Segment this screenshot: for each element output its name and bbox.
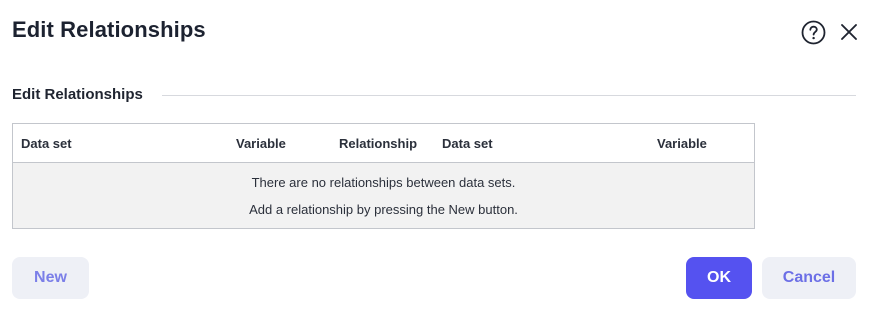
close-button[interactable]: [838, 21, 860, 43]
column-header-data-set-2[interactable]: Data set: [442, 136, 493, 151]
column-header-variable-2[interactable]: Variable: [657, 136, 707, 151]
question-circle-icon: [801, 20, 826, 45]
new-button[interactable]: New: [12, 257, 89, 299]
dialog-title: Edit Relationships: [12, 17, 206, 42]
close-x-icon: [841, 24, 857, 40]
column-header-relationship[interactable]: Relationship: [339, 136, 417, 151]
empty-message-line-2: Add a relationship by pressing the New b…: [249, 202, 518, 217]
empty-message-line-1: There are no relationships between data …: [251, 175, 516, 190]
table-header: Data set Variable Relationship Data set …: [13, 124, 754, 163]
section-divider: [162, 95, 856, 96]
relationships-table: Data set Variable Relationship Data set …: [12, 123, 755, 229]
ok-button[interactable]: OK: [686, 257, 752, 299]
column-header-variable-1[interactable]: Variable: [236, 136, 286, 151]
edit-relationships-dialog: Edit Relationships Edit Relationships Da…: [0, 0, 871, 315]
cancel-button[interactable]: Cancel: [762, 257, 856, 299]
table-body-empty: There are no relationships between data …: [13, 163, 754, 228]
section-title: Edit Relationships: [12, 86, 143, 103]
column-header-data-set-1[interactable]: Data set: [21, 136, 72, 151]
help-button[interactable]: [801, 20, 826, 45]
